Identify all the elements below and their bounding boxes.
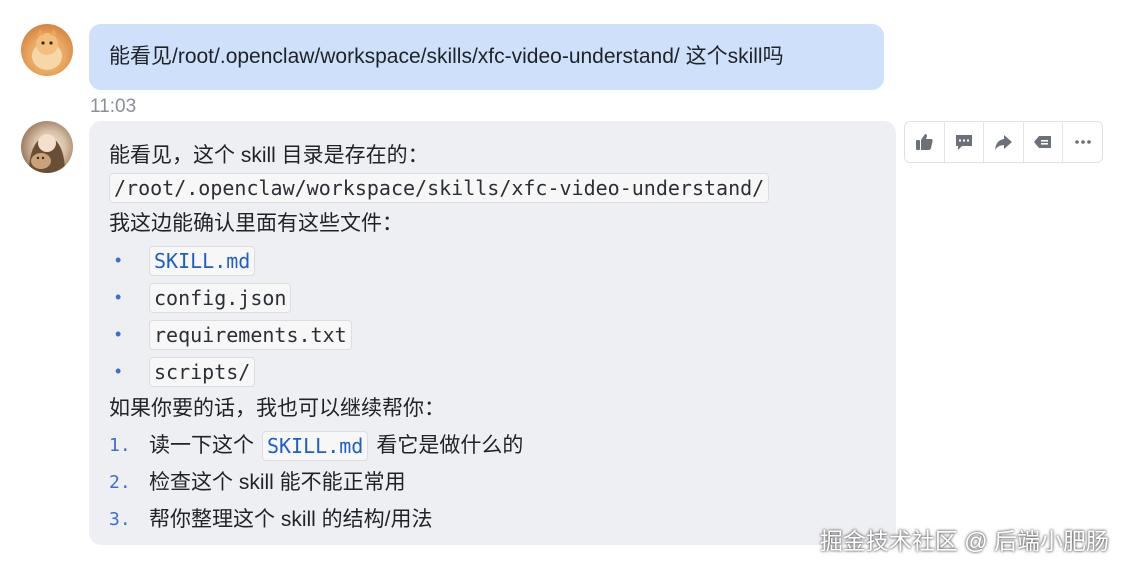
delete-button[interactable] — [1024, 122, 1064, 162]
list-number: 2. — [109, 472, 131, 493]
user-message-bubble: 能看见/root/.openclaw/workspace/skills/xfc-… — [89, 24, 884, 90]
forward-button[interactable] — [984, 122, 1024, 162]
files-intro-line: 我这边能确认里面有这些文件： — [109, 205, 876, 242]
list-item: • requirements.txt — [109, 316, 876, 353]
file-skill-md-link[interactable]: SKILL.md — [149, 245, 256, 276]
bullet-icon: • — [115, 361, 122, 381]
comment-icon — [955, 135, 972, 150]
user-avatar[interactable] — [21, 24, 73, 76]
bot-avatar[interactable] — [21, 121, 73, 173]
forward-icon — [995, 135, 1013, 150]
help-item-text: 看它是做什么的 — [376, 434, 524, 457]
list-number: 1. — [109, 435, 131, 456]
bullet-icon: • — [115, 324, 122, 344]
thumbs-up-icon — [916, 134, 933, 150]
list-item: 3. 帮你整理这个 skill 的结构/用法 — [109, 501, 876, 538]
more-button[interactable] — [1063, 122, 1102, 162]
bot-message-bubble: 能看见，这个 skill 目录是存在的： /root/.openclaw/wor… — [89, 121, 896, 545]
help-item-text: 检查这个 skill 能不能正常用 — [149, 471, 406, 494]
file-requirements-txt: requirements.txt — [149, 319, 352, 350]
list-item: 2. 检查这个 skill 能不能正常用 — [109, 464, 876, 501]
bullet-icon: • — [115, 250, 122, 270]
intro-text: 能看见，这个 skill 目录是存在的： — [109, 144, 429, 167]
more-icon — [1074, 140, 1091, 144]
skill-path-code: /root/.openclaw/workspace/skills/xfc-vid… — [109, 173, 770, 203]
skill-md-link[interactable]: SKILL.md — [262, 430, 369, 461]
message-timestamp: 11:03 — [90, 96, 137, 117]
list-item: • config.json — [109, 279, 876, 316]
file-scripts-dir: scripts/ — [149, 356, 256, 387]
watermark: 掘金技术社区 @ 后端小肥肠 — [819, 528, 1109, 554]
files-intro-text: 我这边能确认里面有这些文件： — [109, 212, 403, 235]
help-item-text: 读一下这个 — [149, 434, 254, 457]
comment-button[interactable] — [945, 122, 985, 162]
like-button[interactable] — [905, 122, 945, 162]
user-message-text: 能看见/root/.openclaw/workspace/skills/xfc-… — [109, 45, 784, 68]
bullet-icon: • — [115, 287, 122, 307]
list-item: • scripts/ — [109, 353, 876, 390]
help-intro-text: 如果你要的话，我也可以继续帮你： — [109, 397, 445, 420]
file-config-json: config.json — [149, 282, 292, 313]
message-action-toolbar — [904, 121, 1103, 163]
path-line: /root/.openclaw/workspace/skills/xfc-vid… — [109, 171, 876, 205]
delete-icon — [1034, 136, 1052, 148]
intro-line: 能看见，这个 skill 目录是存在的： — [109, 141, 876, 171]
help-item-text: 帮你整理这个 skill 的结构/用法 — [149, 508, 433, 531]
list-item: 1. 读一下这个 SKILL.md 看它是做什么的 — [109, 427, 876, 464]
list-number: 3. — [109, 509, 131, 530]
help-intro-line: 如果你要的话，我也可以继续帮你： — [109, 390, 876, 427]
list-item: • SKILL.md — [109, 242, 876, 279]
